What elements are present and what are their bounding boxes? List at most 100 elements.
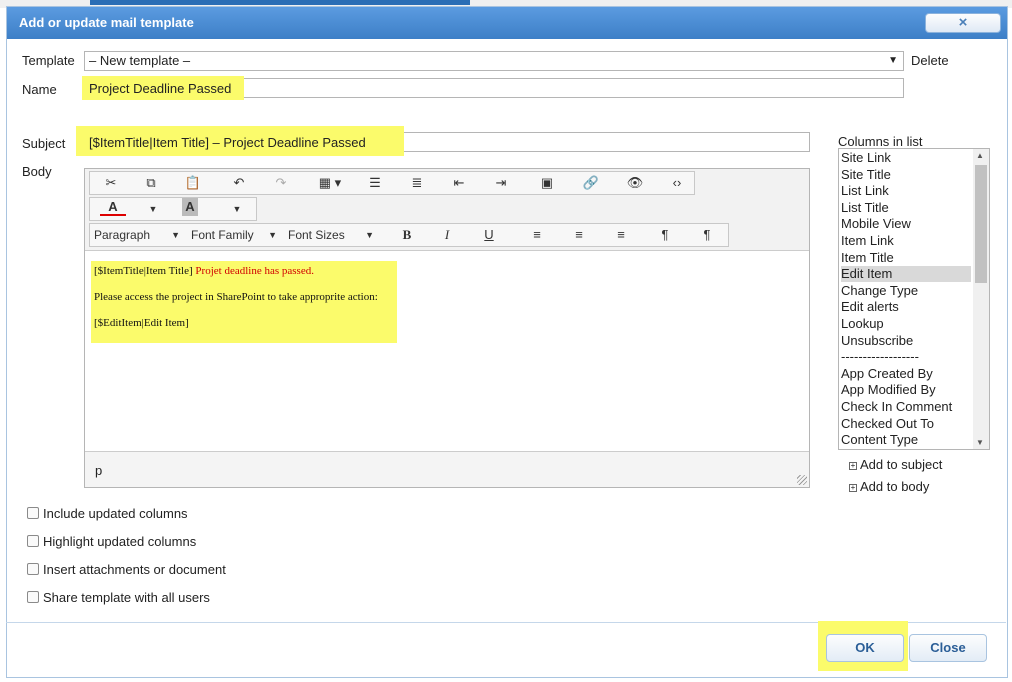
dialog-titlebar: Add or update mail template ×	[7, 7, 1007, 39]
rtl-icon[interactable]: ¶	[694, 224, 720, 246]
redo-icon[interactable]: ↷	[268, 172, 294, 194]
dropdown-arrow-icon: ▼	[365, 230, 374, 240]
font-sizes-select[interactable]: Font Sizes ▼	[284, 224, 380, 246]
delete-link[interactable]: Delete	[911, 53, 949, 68]
column-list-item[interactable]: Unsubscribe	[841, 333, 971, 349]
align-left-icon[interactable]: ≡	[524, 224, 550, 246]
column-list-item[interactable]: Site Title	[841, 167, 971, 183]
background-tab	[90, 0, 470, 5]
background-color-icon[interactable]: A	[182, 198, 198, 216]
highlight-updated-checkbox[interactable]	[27, 535, 39, 547]
highlight-updated-label: Highlight updated columns	[43, 534, 197, 549]
item-title-token: [$ItemTitle|Item Title]	[94, 265, 193, 277]
column-list-item[interactable]: List Title	[841, 200, 971, 216]
column-list-item[interactable]: Item Title	[841, 250, 971, 266]
source-code-icon[interactable]: ‹›	[664, 172, 690, 194]
bullet-list-icon[interactable]: ☰	[362, 172, 388, 194]
template-label: Template	[22, 53, 75, 68]
body-editor: ✂ ⧉ 📋 ↶ ↷ ▦ ▾ ☰ ≣ ⇤ ⇥ ▣ 🔗 👁 ‹› A ▼ A ▼ P…	[84, 168, 810, 488]
column-list-item[interactable]: Item Link	[841, 233, 971, 249]
column-list-item[interactable]: Checked Out To	[841, 416, 971, 432]
close-icon[interactable]: ×	[925, 13, 1001, 33]
underline-button[interactable]: U	[476, 224, 502, 246]
font-color-dropdown-icon[interactable]: ▼	[140, 198, 166, 220]
cut-icon[interactable]: ✂	[98, 172, 124, 194]
column-list-item[interactable]: Check In Comment	[841, 399, 971, 415]
scrollbar-thumb[interactable]	[975, 165, 987, 283]
image-icon[interactable]: ▣	[534, 172, 560, 194]
scroll-up-icon[interactable]: ▲	[976, 151, 984, 160]
deadline-text: Projet deadline has passed.	[195, 265, 314, 277]
column-list-item[interactable]: Lookup	[841, 316, 971, 332]
align-center-icon[interactable]: ≡	[566, 224, 592, 246]
scroll-down-icon[interactable]: ▼	[976, 438, 984, 447]
column-list-item[interactable]: Content Type	[841, 432, 971, 448]
link-icon[interactable]: 🔗	[578, 172, 604, 194]
resize-handle-icon[interactable]	[797, 475, 807, 485]
share-template-label: Share template with all users	[43, 590, 210, 605]
paragraph-select-label: Paragraph	[94, 228, 151, 242]
column-list-item[interactable]: Site Link	[841, 150, 971, 166]
element-path: p	[95, 463, 103, 478]
font-sizes-label: Font Sizes	[288, 228, 345, 242]
dropdown-arrow-icon: ▼	[888, 55, 898, 66]
column-list-item[interactable]: App Created By	[841, 366, 971, 382]
close-button[interactable]: Close	[909, 634, 987, 662]
columns-label: Columns in list	[838, 134, 923, 149]
column-list-item[interactable]: Mobile View	[841, 216, 971, 232]
template-select[interactable]: – New template – ▼	[84, 51, 904, 71]
dialog-title: Add or update mail template	[19, 15, 194, 30]
italic-button[interactable]: I	[434, 224, 460, 246]
add-to-body-label: Add to body	[860, 479, 930, 494]
column-list-item[interactable]: Edit Item	[841, 266, 971, 283]
body-content-highlight: [$ItemTitle|Item Title] Projet deadline …	[91, 261, 397, 343]
insert-attachments-checkbox[interactable]	[27, 563, 39, 575]
paragraph-select[interactable]: Paragraph ▼	[90, 224, 186, 246]
body-label: Body	[22, 164, 52, 179]
columns-listbox[interactable]: Site Link Site Title List Link List Title Mo…	[838, 148, 990, 450]
add-to-body-link[interactable]: + Add to body	[849, 479, 929, 494]
bold-button[interactable]: B	[394, 224, 420, 246]
column-list-item[interactable]: Change Type	[841, 283, 971, 299]
font-color-icon[interactable]: A	[100, 198, 126, 216]
preview-icon[interactable]: 👁	[622, 172, 648, 194]
name-label: Name	[22, 82, 57, 97]
dropdown-arrow-icon: ▼	[171, 230, 180, 240]
subject-value: [$ItemTitle|Item Title] – Project Deadli…	[89, 135, 366, 150]
template-selected-value: – New template –	[89, 53, 191, 68]
ok-button[interactable]: OK	[826, 634, 904, 662]
font-family-label: Font Family	[191, 228, 254, 242]
outdent-icon[interactable]: ⇤	[446, 172, 472, 194]
name-value: Project Deadline Passed	[89, 81, 232, 96]
undo-icon[interactable]: ↶	[226, 172, 252, 194]
dropdown-arrow-icon: ▼	[268, 230, 277, 240]
paste-icon[interactable]: 📋	[180, 172, 206, 194]
table-icon[interactable]: ▦ ▾	[312, 172, 348, 194]
numbered-list-icon[interactable]: ≣	[404, 172, 430, 194]
column-list-item[interactable]: Edit alerts	[841, 299, 971, 315]
indent-icon[interactable]: ⇥	[488, 172, 514, 194]
editor-content[interactable]: [$ItemTitle|Item Title] Projet deadline …	[85, 251, 809, 451]
ltr-icon[interactable]: ¶	[652, 224, 678, 246]
align-right-icon[interactable]: ≡	[608, 224, 634, 246]
font-family-select[interactable]: Font Family ▼	[187, 224, 283, 246]
include-updated-checkbox[interactable]	[27, 507, 39, 519]
column-list-item[interactable]: ------------------	[841, 349, 971, 365]
share-template-checkbox[interactable]	[27, 591, 39, 603]
plus-icon: +	[849, 483, 857, 492]
column-list-item[interactable]: List Link	[841, 183, 971, 199]
toolbar-row-3: Paragraph ▼ Font Family ▼ Font Sizes ▼ B I …	[89, 223, 729, 247]
toolbar-row-2: A ▼ A ▼	[89, 197, 257, 221]
listbox-scrollbar[interactable]: ▲ ▼	[973, 149, 989, 449]
column-list-item[interactable]: App Modified By	[841, 382, 971, 398]
copy-icon[interactable]: ⧉	[138, 172, 164, 194]
body-line-2: Please access the project in SharePoint …	[94, 291, 378, 303]
add-to-subject-link[interactable]: + Add to subject	[849, 457, 942, 472]
body-line-1: [$ItemTitle|Item Title] Projet deadline …	[94, 265, 394, 277]
toolbar-row-1: ✂ ⧉ 📋 ↶ ↷ ▦ ▾ ☰ ≣ ⇤ ⇥ ▣ 🔗 👁 ‹›	[89, 171, 695, 195]
add-to-subject-label: Add to subject	[860, 457, 943, 472]
plus-icon: +	[849, 461, 857, 470]
insert-attachments-label: Insert attachments or document	[43, 562, 226, 577]
editor-statusbar: p	[85, 451, 809, 487]
background-color-dropdown-icon[interactable]: ▼	[224, 198, 250, 220]
